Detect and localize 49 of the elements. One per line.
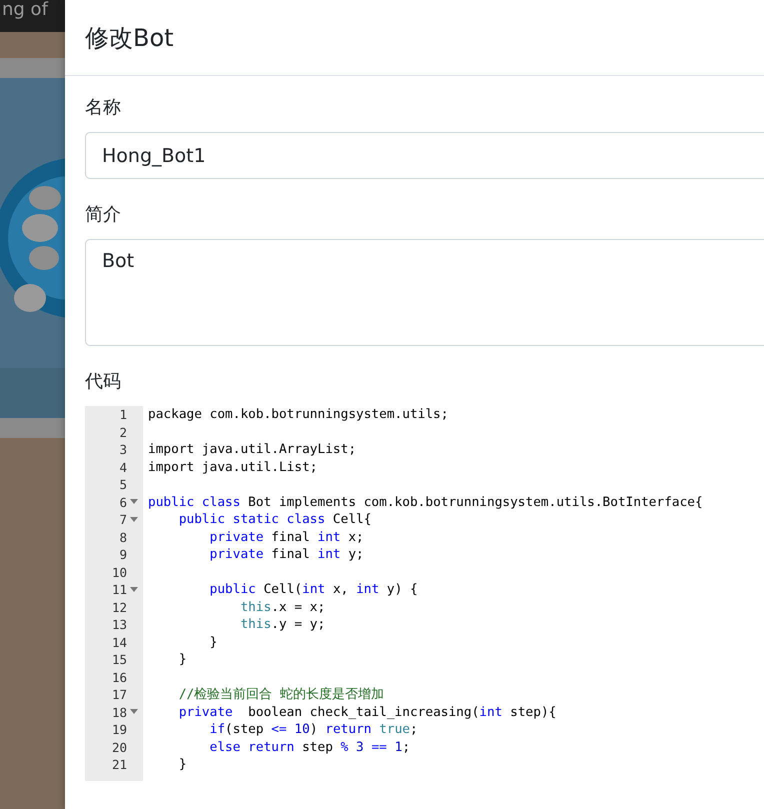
code-line: private final int y; xyxy=(208,547,364,562)
line-number: 13 xyxy=(110,617,127,632)
code-line: import java.util.ArrayList; xyxy=(147,442,356,458)
field-label: 名称 xyxy=(85,96,122,120)
fold-icon[interactable] xyxy=(130,709,138,716)
code-line: public class Bot implements com.kob.botrunningsystem.utils.BotInterface{ xyxy=(147,494,703,510)
line-number: 10 xyxy=(110,564,127,580)
line-number: 7 xyxy=(118,512,127,528)
code-line: } xyxy=(178,652,187,668)
line-number: 12 xyxy=(110,600,127,615)
line-number: 17 xyxy=(110,687,127,702)
fold-icon[interactable] xyxy=(130,516,138,523)
line-number: 21 xyxy=(110,757,127,772)
code-line: private boolean check_tail_increasing(int step){ xyxy=(178,704,556,720)
line-number: 2 xyxy=(118,424,127,440)
line-number: 15 xyxy=(110,652,127,668)
fold-icon[interactable] xyxy=(130,586,138,593)
line-number: 8 xyxy=(118,530,127,545)
code-line: } xyxy=(208,634,218,650)
code-line: private final int x; xyxy=(208,530,364,545)
code-line: import java.util.List; xyxy=(147,460,318,475)
line-number: 11 xyxy=(110,582,127,598)
line-number: 6 xyxy=(118,494,127,510)
code-line: public Cell(int x, int y) { xyxy=(208,582,418,598)
modal-title: 修改Bot xyxy=(85,22,174,54)
code-line: //检验当前回合 蛇的长度是否增加 xyxy=(178,686,384,704)
code-line: else return step % 3 == 1; xyxy=(208,740,410,755)
field-label: 代码 xyxy=(85,370,122,394)
line-number: 9 xyxy=(118,547,127,562)
line-number: 14 xyxy=(110,634,127,650)
code-line: } xyxy=(178,757,187,772)
line-number: 20 xyxy=(110,740,127,755)
code-line: public static class Cell{ xyxy=(178,512,372,528)
code-line: this.x = x; xyxy=(239,600,326,615)
line-number: 18 xyxy=(110,704,127,720)
description-field[interactable]: Bot xyxy=(85,239,764,346)
line-number: 3 xyxy=(118,442,127,458)
field-label: 简介 xyxy=(85,203,122,227)
navbar-title: ng of xyxy=(1,0,48,20)
line-number: 19 xyxy=(110,722,127,738)
name-field[interactable]: Hong_Bot1 xyxy=(85,132,764,179)
fold-icon[interactable] xyxy=(130,499,138,506)
line-number: 4 xyxy=(118,460,127,475)
code-line: package com.kob.botrunningsystem.utils; xyxy=(147,407,448,422)
line-number: 1 xyxy=(118,407,127,422)
code-line: if(step <= 10) return true; xyxy=(208,722,418,738)
line-number: 16 xyxy=(110,670,127,685)
code-line: this.y = y; xyxy=(239,617,326,632)
line-number: 5 xyxy=(118,477,127,492)
